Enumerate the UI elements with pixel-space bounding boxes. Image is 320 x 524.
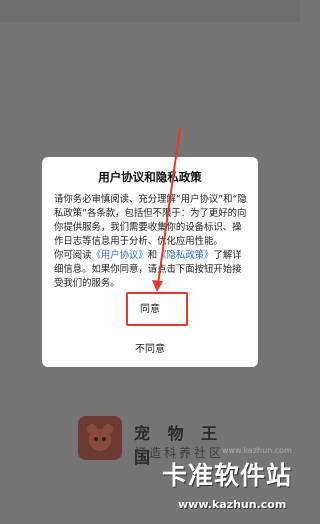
watermark-text: 卡准软件站 bbox=[162, 461, 293, 490]
watermark-url: www.kazhun.com bbox=[178, 498, 287, 511]
watermark-faint-url: www.kazhun.com bbox=[222, 446, 292, 455]
